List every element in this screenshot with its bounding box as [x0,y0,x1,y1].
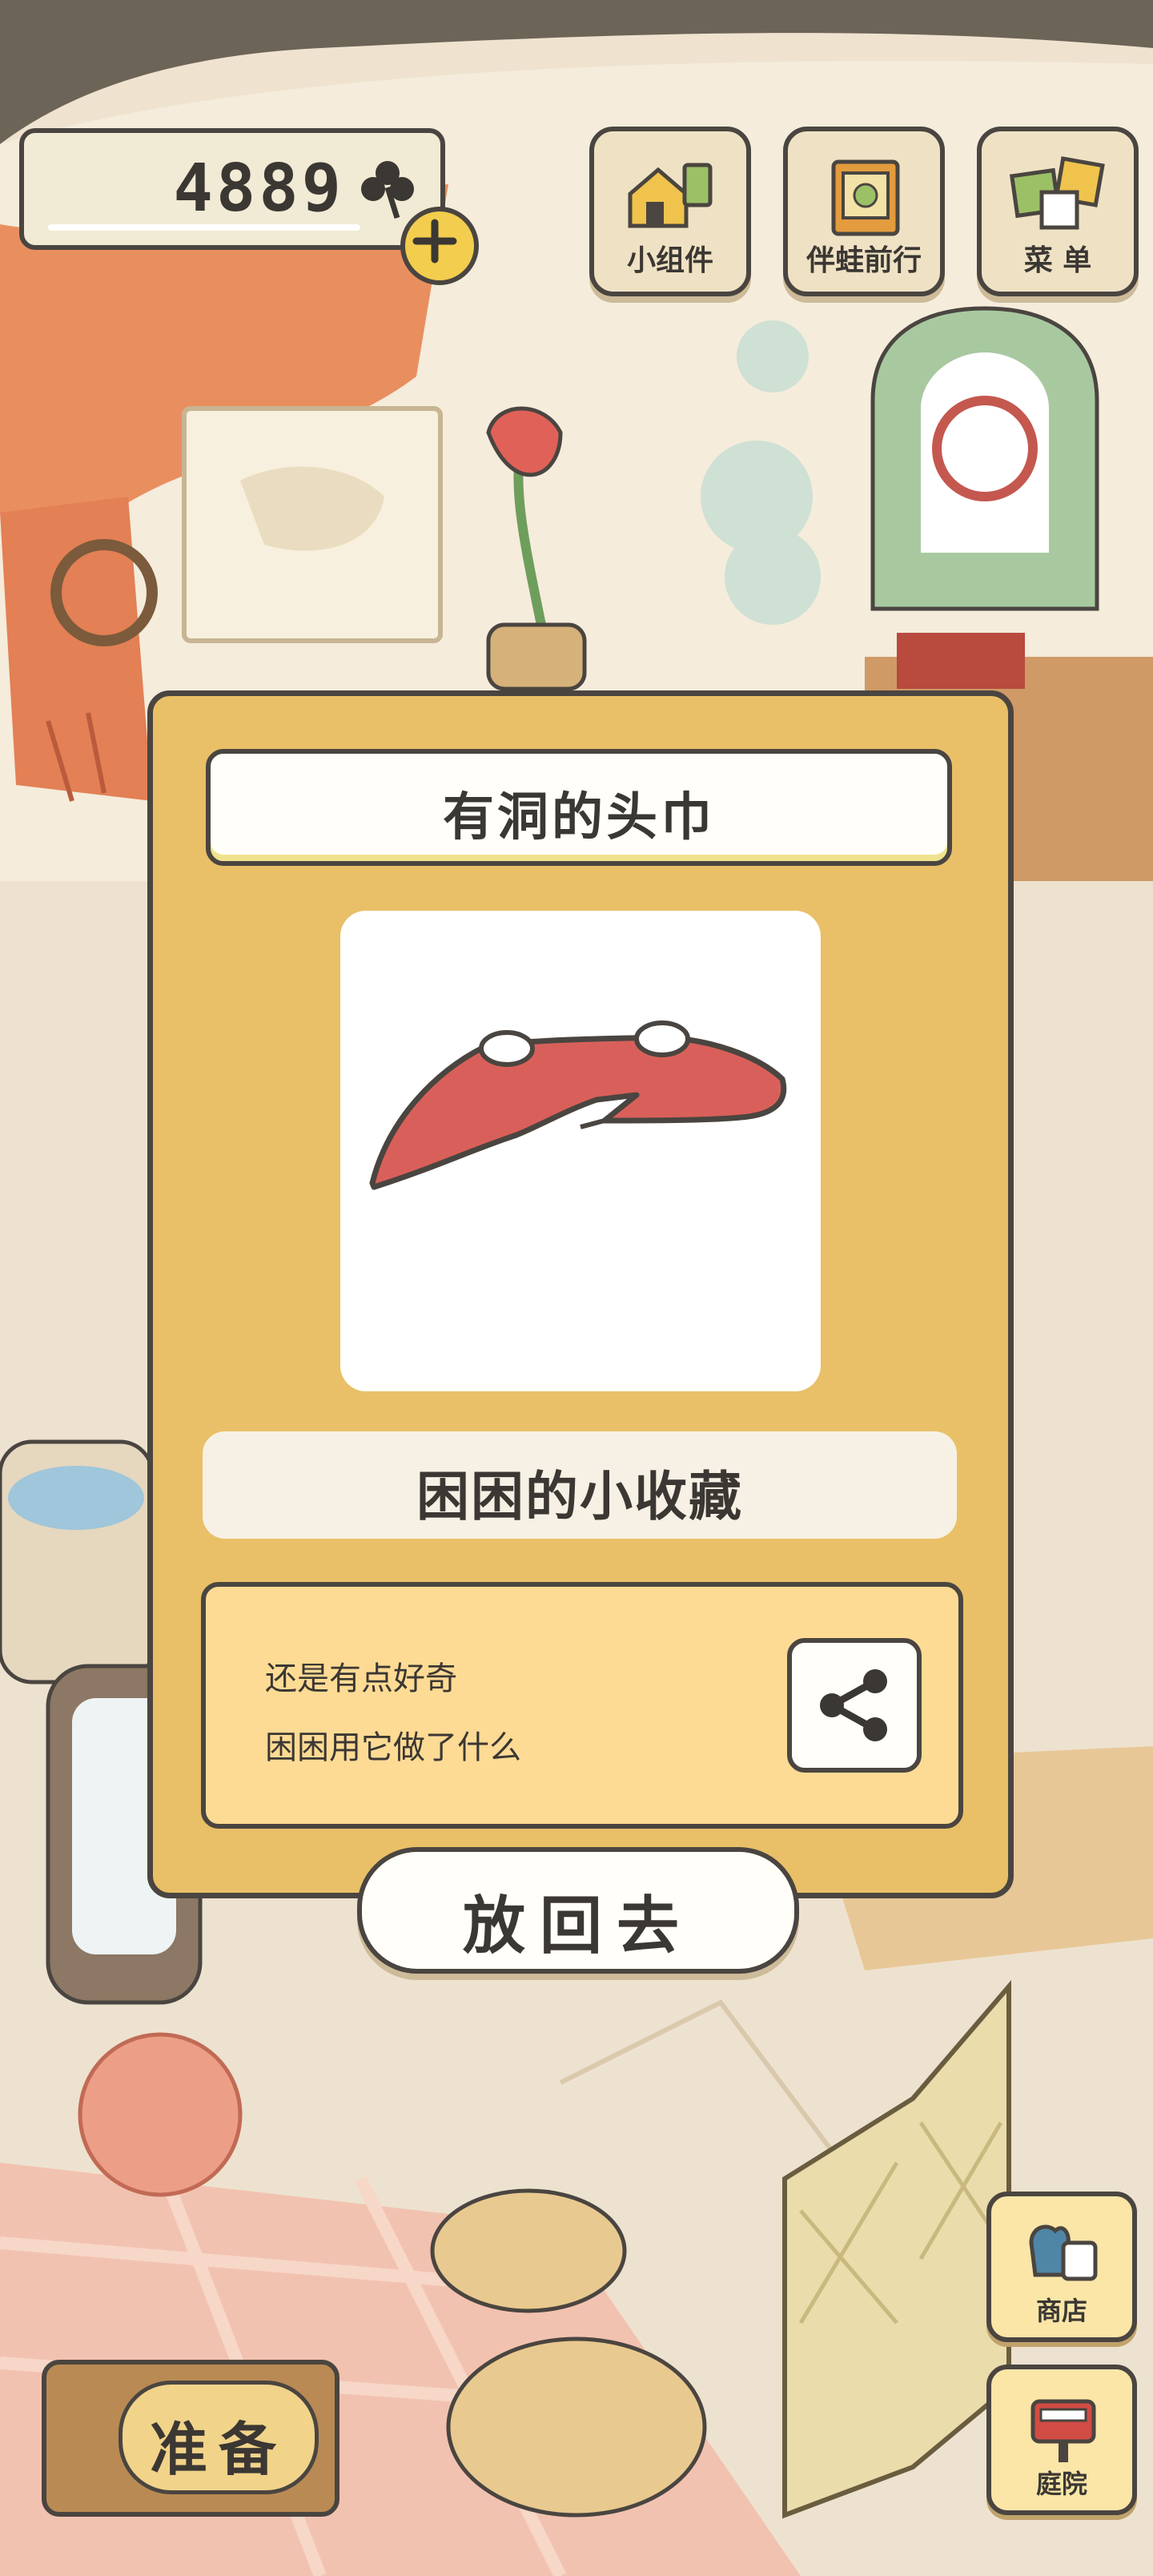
mailbox-icon [1030,2399,1096,2462]
holed-scarf-icon [369,1020,787,1190]
put-back-button[interactable]: 放回去 [357,1847,799,1974]
clover-counter: 4889 [19,128,445,250]
item-name: 有洞的头巾 [443,788,715,847]
share-icon [820,1669,887,1741]
item-image-frame [340,911,821,1391]
menu-button[interactable]: 菜 单 [977,127,1139,296]
category-box: 困困的小收藏 [203,1431,957,1539]
item-category: 困困的小收藏 [416,1466,743,1527]
counter-underline [48,224,360,231]
shop-icon [1029,2224,1098,2281]
menu-icon [1010,156,1105,230]
album-icon [831,159,900,236]
item-detail-panel: 有洞的头巾 困困的小收藏 还是有点好奇 困困用它做了什么 [147,690,1014,1898]
widgets-icon [628,163,713,228]
garden-button[interactable]: 庭院 [986,2365,1137,2515]
travel-label: 伴蛙前行 [805,244,922,277]
item-description-box: 还是有点好奇 困困用它做了什么 [201,1582,963,1829]
description-line-1: 还是有点好奇 [265,1660,457,1697]
plus-icon [412,219,457,264]
clover-count: 4889 [173,151,344,227]
widgets-button[interactable]: 小组件 [589,127,751,296]
shop-button[interactable]: 商店 [986,2192,1137,2342]
add-clover-button[interactable] [400,207,479,285]
put-back-label: 放回去 [462,1890,693,1962]
garden-label: 庭院 [1035,2469,1087,2499]
widgets-label: 小组件 [626,244,713,277]
prepare-button[interactable]: 准备 [42,2360,339,2517]
share-button[interactable] [787,1638,922,1773]
prepare-label: 准备 [149,2416,287,2483]
prepare-button-inner: 准备 [119,2381,319,2494]
shop-label: 商店 [1035,2296,1087,2326]
menu-label: 菜 单 [1023,244,1092,277]
item-name-box: 有洞的头巾 [206,749,952,866]
description-line-2: 困困用它做了什么 [265,1729,521,1766]
travel-button[interactable]: 伴蛙前行 [783,127,945,296]
